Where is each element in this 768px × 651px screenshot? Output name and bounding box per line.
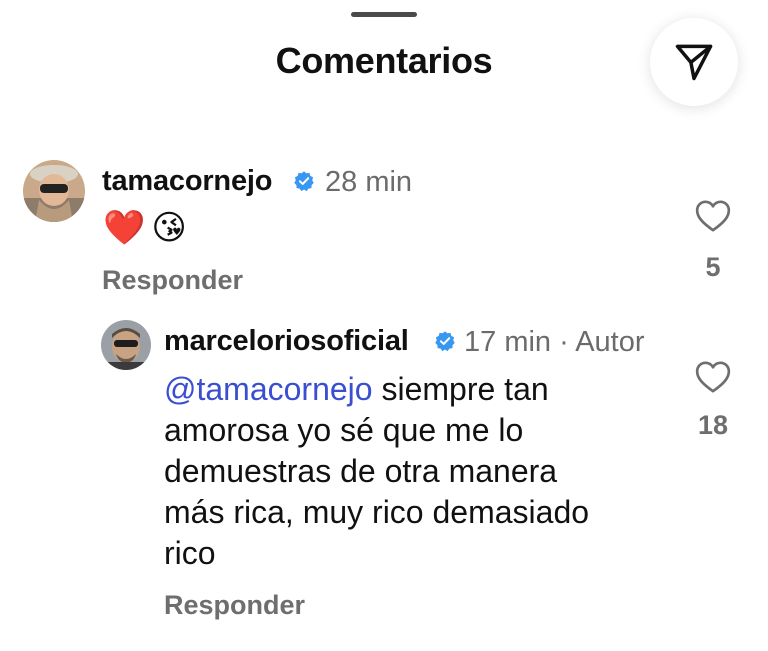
- comment-text-line: demuestras de otra manera: [164, 453, 558, 489]
- send-icon: [675, 44, 713, 81]
- verified-badge-icon: [435, 331, 455, 352]
- comment-text: @tamacornejo siempre tan amorosa yo sé q…: [164, 369, 664, 574]
- comments-sheet: Comentarios tamacornejo 28 min ❤️ 😘 Resp…: [0, 0, 768, 651]
- share-button[interactable]: [650, 18, 738, 106]
- red-heart-emoji: ❤️: [103, 209, 146, 247]
- like-count: 18: [697, 410, 729, 440]
- heart-icon[interactable]: [693, 196, 733, 236]
- reply-button[interactable]: Responder: [164, 590, 305, 621]
- mention-link[interactable]: @tamacornejo: [164, 371, 373, 407]
- comment-username[interactable]: marceloriosoficial: [164, 325, 409, 358]
- comment-text-line: rico: [164, 535, 216, 571]
- verified-badge-icon: [294, 171, 314, 192]
- reply-button[interactable]: Responder: [102, 265, 243, 296]
- comment-timestamp: 17 min · Autor: [464, 326, 645, 358]
- like-count: 5: [705, 252, 721, 282]
- kissing-face-emoji: 😘: [151, 209, 187, 247]
- drag-handle[interactable]: [351, 12, 417, 17]
- comment-username[interactable]: tamacornejo: [102, 165, 272, 198]
- avatar[interactable]: [23, 160, 85, 222]
- comment-text-line: amorosa yo sé que me lo: [164, 412, 524, 448]
- comment-timestamp: 28 min: [325, 166, 413, 198]
- comment-text: ❤️ 😘: [103, 208, 187, 248]
- comment-text-line: siempre tan: [372, 371, 549, 407]
- heart-icon[interactable]: [693, 357, 733, 397]
- avatar[interactable]: [101, 320, 151, 370]
- comment-text-line: más rica, muy rico demasiado: [164, 494, 590, 530]
